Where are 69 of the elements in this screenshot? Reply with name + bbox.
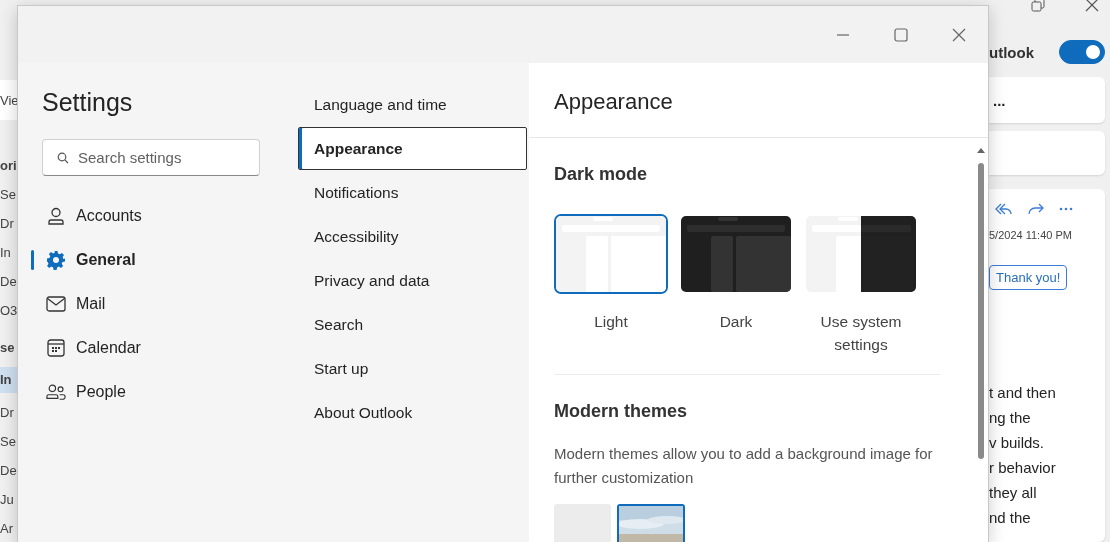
folder-group-header[interactable]: se xyxy=(0,338,17,357)
message-text-line: ng the xyxy=(989,408,1032,428)
folder-item[interactable]: De xyxy=(0,461,17,480)
settings-title: Settings xyxy=(42,88,134,118)
category-label: Calendar xyxy=(76,339,141,357)
settings-subcategory[interactable]: Appearance xyxy=(298,127,527,170)
reply-all-icon[interactable] xyxy=(993,201,1013,217)
category-label: Accounts xyxy=(76,207,142,225)
folder-item[interactable]: Dr xyxy=(0,403,17,422)
search-field[interactable]: Search settings xyxy=(42,139,260,176)
message-text-line: nd the xyxy=(989,508,1032,528)
category-label: People xyxy=(76,383,126,401)
folder-item[interactable]: De xyxy=(0,272,17,291)
section-heading: Modern themes xyxy=(554,401,689,422)
section-description: Modern themes allow you to add a background image for further customization xyxy=(554,444,934,488)
settings-subcategory[interactable]: Search xyxy=(298,303,527,346)
folder-item[interactable]: Ju xyxy=(0,490,17,509)
settings-subcategory[interactable]: Accessibility xyxy=(298,215,527,258)
theme-label: Use system settings xyxy=(819,312,903,355)
settings-subcategory[interactable]: Privacy and data xyxy=(298,259,527,302)
settings-subcategory[interactable]: Notifications xyxy=(298,171,527,214)
person-icon xyxy=(46,207,66,225)
folder-item[interactable]: Se xyxy=(0,185,17,204)
scrollbar-thumb[interactable] xyxy=(978,163,984,459)
folder-item[interactable]: In xyxy=(0,243,17,262)
message-text-line: v builds. xyxy=(989,433,1046,453)
more-icon[interactable] xyxy=(1059,207,1073,211)
close-icon[interactable] xyxy=(1085,0,1099,12)
settings-category[interactable]: People xyxy=(42,374,262,410)
toggle-label: utlook xyxy=(989,43,1034,61)
folder-item[interactable]: Dr xyxy=(0,214,17,233)
settings-category[interactable]: Calendar xyxy=(42,330,262,366)
message-text-line: they all xyxy=(989,483,1038,503)
close-icon[interactable] xyxy=(952,27,966,42)
section-heading: Dark mode xyxy=(554,164,649,185)
theme-preview[interactable] xyxy=(679,214,793,294)
more-text[interactable]: ... xyxy=(993,91,1006,109)
message-text-line: t and then xyxy=(989,383,1057,403)
folder-item[interactable]: O3 xyxy=(0,301,17,320)
folder-item[interactable]: In xyxy=(0,367,17,393)
theme-tile[interactable] xyxy=(617,504,685,542)
settings-category[interactable]: General xyxy=(42,242,262,278)
theme-preview[interactable] xyxy=(804,214,918,294)
scroll-up-icon[interactable] xyxy=(977,148,985,153)
calendar-icon xyxy=(46,339,66,357)
settings-category[interactable]: Accounts xyxy=(42,198,262,234)
toggle-switch[interactable] xyxy=(1059,40,1105,64)
message-date: 5/2024 11:40 PM xyxy=(989,229,1073,241)
category-label: Mail xyxy=(76,295,106,313)
pane-title: Appearance xyxy=(529,63,988,138)
theme-label: Light xyxy=(594,312,628,332)
people-icon xyxy=(46,383,66,401)
folder-item[interactable]: Se xyxy=(0,432,17,451)
settings-subcategory[interactable]: Start up xyxy=(298,347,527,390)
settings-subcategory[interactable]: About Outlook xyxy=(298,391,527,434)
maximize-icon[interactable] xyxy=(894,27,908,42)
theme-label: Dark xyxy=(719,312,753,332)
gear-icon xyxy=(46,250,66,270)
restore-icon[interactable] xyxy=(1031,0,1045,12)
forward-icon[interactable] xyxy=(1027,201,1045,217)
category-label: General xyxy=(76,251,136,269)
mail-icon xyxy=(46,296,66,312)
message-text-line: r behavior xyxy=(989,458,1057,478)
settings-subcategory[interactable]: Language and time xyxy=(298,83,527,126)
settings-category[interactable]: Mail xyxy=(42,286,262,322)
selection-indicator xyxy=(31,250,34,270)
folder-group-header[interactable]: ori xyxy=(0,156,17,175)
folder-item[interactable]: Ar xyxy=(0,519,17,538)
quick-reply-button[interactable]: Thank you! xyxy=(989,265,1068,290)
